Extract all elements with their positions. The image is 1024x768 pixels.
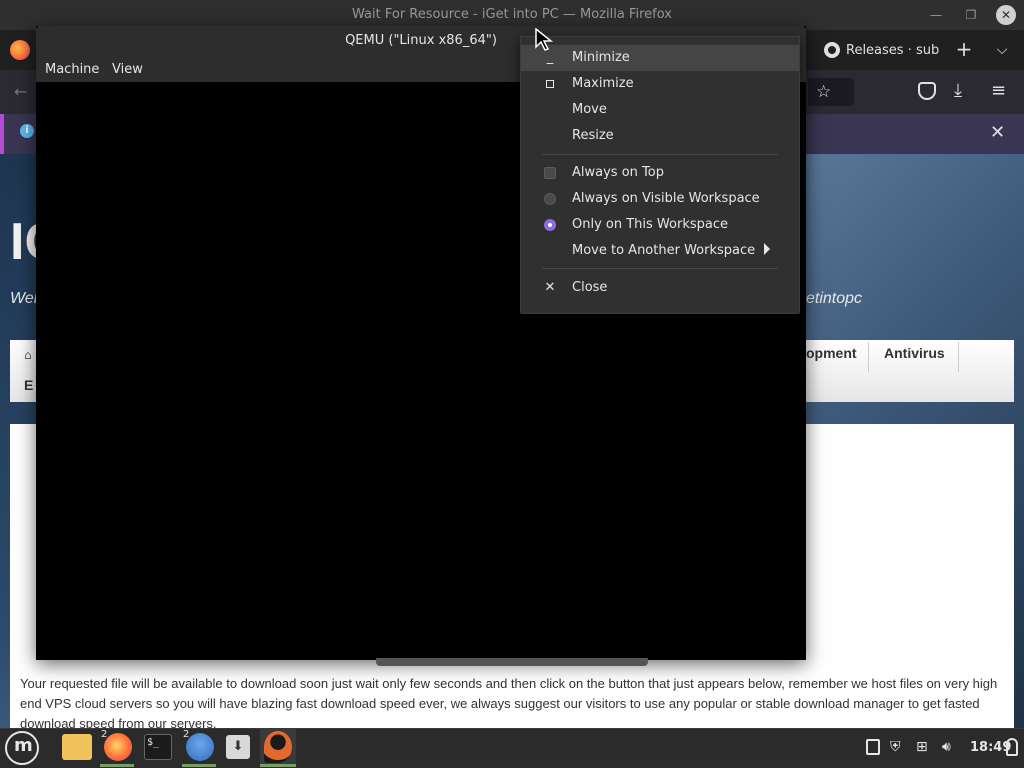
network-globe-icon[interactable] <box>186 733 214 761</box>
nav-item-antivirus[interactable]: Antivirus <box>884 345 945 361</box>
shield-icon[interactable]: ⛨ <box>890 739 901 755</box>
new-tab-button[interactable]: + <box>952 38 976 62</box>
maximize-icon <box>543 71 557 98</box>
firefox-icon <box>10 40 30 60</box>
window-count-badge: 2 <box>101 729 108 740</box>
menu-item-maximize[interactable]: Maximize <box>521 71 799 97</box>
menu-view[interactable]: View <box>112 62 143 77</box>
home-icon[interactable]: ⌂ <box>24 348 32 362</box>
menu-item-always-on-top[interactable]: Always on Top <box>521 160 799 186</box>
menu-item-label: Always on Top <box>572 165 664 180</box>
hamburger-menu-icon[interactable]: ≡ <box>991 80 1006 101</box>
menu-item-minimize[interactable]: _ Minimize <box>521 45 799 71</box>
menu-item-always-on-visible-workspace[interactable]: Always on Visible Workspace <box>521 186 799 212</box>
menu-item-label: Move to Another Workspace <box>572 243 756 258</box>
menu-item-label: Only on This Workspace <box>572 217 728 232</box>
menu-machine[interactable]: Machine <box>45 62 99 77</box>
info-icon: i <box>20 124 34 138</box>
menu-item-move-to-another-workspace[interactable]: Move to Another Workspace <box>521 238 799 264</box>
close-icon: ✕ <box>544 280 556 295</box>
menu-item-label: Close <box>572 280 608 295</box>
menu-item-label: Move <box>572 102 607 117</box>
download-info-text: Your requested file will be available to… <box>20 676 998 728</box>
menu-item-close[interactable]: ✕ Close <box>521 275 799 301</box>
pocket-icon[interactable] <box>918 82 936 100</box>
site-tagline-end: etintopc <box>806 290 863 307</box>
nav-divider <box>958 342 959 372</box>
active-indicator <box>100 764 134 767</box>
window-count-badge: 2 <box>183 729 190 740</box>
mint-menu-icon[interactable] <box>5 731 39 765</box>
nav-divider <box>868 342 869 372</box>
active-indicator <box>182 764 216 767</box>
firefox-window-controls: — ❐ ✕ <box>926 5 1016 25</box>
menu-item-only-on-this-workspace[interactable]: Only on This Workspace <box>521 212 799 238</box>
tab-releases-label: Releases · sub <box>846 42 940 58</box>
menu-separator <box>542 268 778 269</box>
menu-item-label: Minimize <box>572 50 630 65</box>
menu-item-label: Maximize <box>572 76 634 91</box>
chevron-right-icon <box>764 243 770 255</box>
site-tagline: Wel <box>10 290 38 307</box>
qemu-icon <box>264 731 292 763</box>
window-shadow <box>376 658 648 666</box>
bookmark-star-icon[interactable]: ☆ <box>816 82 831 102</box>
mouse-cursor-icon <box>535 28 554 51</box>
close-icon[interactable]: ✕ <box>996 5 1016 25</box>
menu-item-move[interactable]: Move <box>521 97 799 123</box>
radio-icon <box>543 186 557 215</box>
download-icon[interactable]: ⤓ <box>954 80 962 101</box>
active-indicator <box>260 764 296 767</box>
firefox-taskbar-icon[interactable] <box>104 733 132 761</box>
github-icon <box>824 42 840 58</box>
list-all-tabs-button[interactable]: ⌵ <box>990 38 1014 62</box>
network-icon[interactable]: ⊞ <box>916 739 928 755</box>
menu-item-resize[interactable]: Resize <box>521 123 799 149</box>
menu-item-label: Resize <box>572 128 614 143</box>
radio-selected-icon <box>543 212 557 241</box>
files-folder-icon[interactable] <box>62 734 92 760</box>
volume-icon[interactable]: 🔊︎ <box>942 739 951 755</box>
installer-icon[interactable]: ⬇ <box>226 735 250 759</box>
update-manager-icon[interactable] <box>866 739 880 755</box>
maximize-icon[interactable]: ❐ <box>961 8 981 22</box>
back-button[interactable]: ← <box>14 82 27 101</box>
notification-close-button[interactable]: ✕ <box>990 122 1005 143</box>
nav-item-second-row[interactable]: E <box>24 377 33 393</box>
menu-separator <box>542 154 778 155</box>
checkbox-icon <box>543 160 557 189</box>
tab-releases[interactable]: Releases · sub <box>812 32 948 68</box>
minimize-icon[interactable]: — <box>926 8 946 22</box>
notification-icon[interactable] <box>1006 738 1018 756</box>
terminal-icon[interactable]: $_ <box>144 734 172 760</box>
nav-item-development[interactable]: opment <box>806 345 857 361</box>
menu-item-label: Always on Visible Workspace <box>572 191 760 206</box>
